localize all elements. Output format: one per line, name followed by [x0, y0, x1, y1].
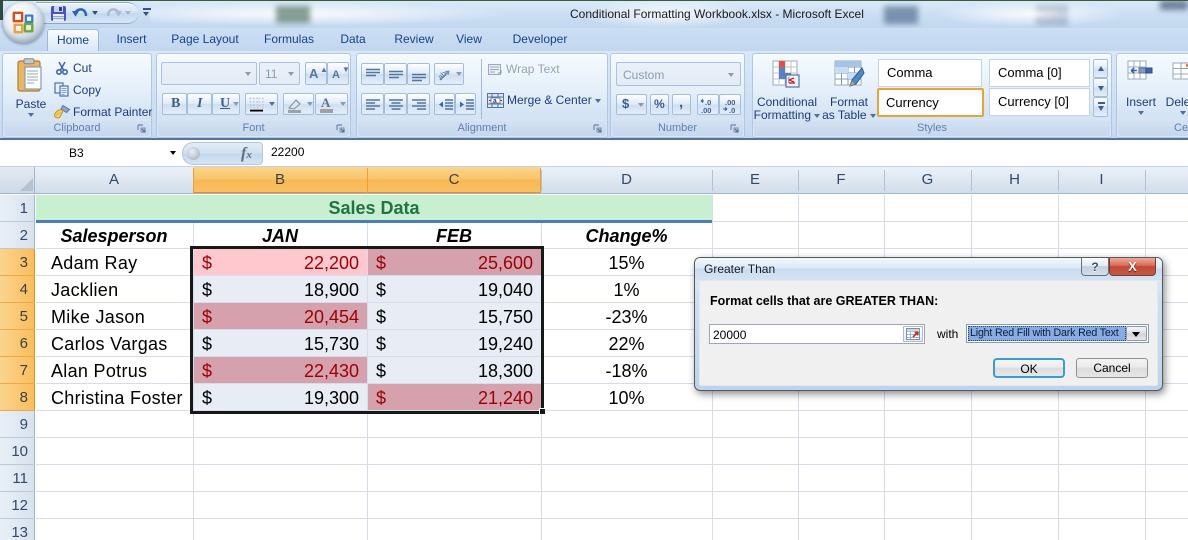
svg-text:.00: .00 [701, 106, 711, 114]
svg-text:.0: .0 [729, 106, 735, 114]
svg-text:a: a [493, 97, 497, 104]
